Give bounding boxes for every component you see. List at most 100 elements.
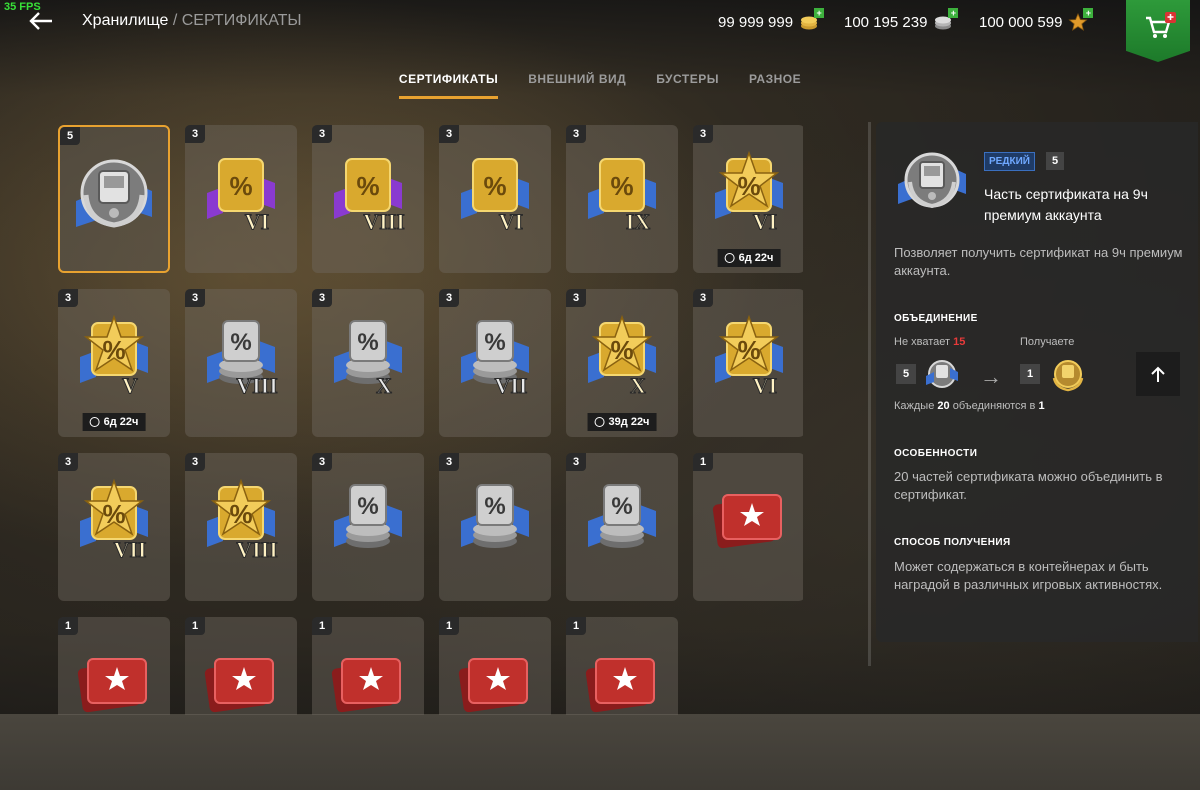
item-count: 3 (185, 289, 205, 307)
svg-text:%: % (229, 499, 252, 529)
inventory-card[interactable]: 5 (58, 125, 170, 273)
premium-x5-card-icon (447, 635, 543, 715)
item-count: 1 (185, 617, 205, 635)
expiry-timer: 6д 22ч (717, 249, 781, 267)
svg-text:IX: IX (626, 209, 651, 234)
features-heading: ОСОБЕННОСТИ (894, 448, 978, 459)
item-count: 3 (58, 289, 78, 307)
discount-certificate-icon: % VI (193, 143, 289, 239)
free-xp-balance[interactable]: 100 000 599 + (979, 8, 1094, 32)
inventory-card[interactable]: 3% VI (693, 289, 803, 437)
inventory-card[interactable]: 3% VIII (185, 289, 297, 437)
breadcrumb-root[interactable]: Хранилище (82, 12, 168, 29)
item-count: 3 (693, 125, 713, 143)
svg-text:X: X (630, 373, 646, 398)
discount-certificate-icon: % VII (66, 471, 162, 567)
item-details-panel: РЕДКИЙ 5 Часть сертификата на 9ч премиум… (876, 122, 1198, 642)
add-free-xp-icon[interactable]: + (1083, 8, 1094, 18)
inventory-card[interactable]: 3% VII (58, 453, 170, 601)
features-text: 20 частей сертификата можно объединить в… (894, 469, 1163, 502)
svg-text:VI: VI (499, 209, 523, 234)
inventory-card[interactable]: 1 (185, 617, 297, 715)
timer-text: 39д 22ч (608, 416, 650, 428)
inventory-card[interactable]: 3% VII (439, 289, 551, 437)
item-count: 3 (439, 289, 459, 307)
arrow-up-icon (1151, 366, 1165, 382)
item-count: 5 (60, 127, 80, 145)
discount-certificate-icon: % IX (574, 143, 670, 239)
discount-certificate-icon: % (574, 471, 670, 567)
svg-text:%: % (610, 171, 633, 201)
discount-certificate-icon: % VI (701, 143, 797, 239)
missing-value: 15 (953, 336, 966, 348)
certificate-part-medal-icon (66, 145, 162, 241)
merge-from-count: 5 (896, 364, 916, 384)
svg-text:VIII: VIII (236, 373, 278, 398)
svg-text:X: X (376, 373, 392, 398)
inventory-card[interactable]: 3% X (312, 289, 424, 437)
inventory-card[interactable]: 3% VI (185, 125, 297, 273)
item-count: 3 (312, 289, 332, 307)
svg-text:V: V (122, 373, 138, 398)
source-text: Может содержаться в контейнерах и быть н… (894, 559, 1163, 592)
inventory-card[interactable]: 3% VI 6д 22ч (693, 125, 803, 273)
premium-x5-card-icon (193, 635, 289, 715)
inventory-card[interactable]: 3% (439, 453, 551, 601)
discount-certificate-icon: % (447, 471, 543, 567)
svg-text:%: % (483, 171, 506, 201)
item-count: 3 (566, 289, 586, 307)
bottom-strip (0, 714, 1200, 790)
svg-text:%: % (484, 493, 505, 520)
premium-x5-card-icon (574, 635, 670, 715)
item-count: 3 (312, 125, 332, 143)
svg-text:VII: VII (113, 537, 146, 562)
svg-text:%: % (229, 171, 252, 201)
inventory-card[interactable]: 3% X 39д 22ч (566, 289, 678, 437)
merge-heading: ОБЪЕДИНЕНИЕ (894, 313, 978, 324)
shop-cart-button[interactable] (1126, 0, 1190, 62)
svg-text:%: % (230, 329, 251, 356)
tab-certificates[interactable]: СЕРТИФИКАТЫ (398, 72, 499, 99)
svg-text:VII: VII (494, 373, 527, 398)
svg-text:%: % (737, 335, 760, 365)
inventory-card[interactable]: 1 (439, 617, 551, 715)
inventory-card[interactable]: 1 (693, 453, 803, 601)
tab-misc[interactable]: РАЗНОЕ (749, 72, 801, 99)
svg-text:%: % (356, 171, 379, 201)
add-gold-icon[interactable]: + (814, 8, 825, 18)
svg-text:VIII: VIII (236, 537, 278, 562)
breadcrumb-separator: / (168, 12, 182, 29)
inventory-card[interactable]: 3% IX (566, 125, 678, 273)
svg-text:%: % (357, 493, 378, 520)
inventory-card[interactable]: 3% VI (439, 125, 551, 273)
svg-text:VI: VI (753, 373, 777, 398)
receive-label: Получаете (1020, 336, 1075, 348)
tab-boosters[interactable]: БУСТЕРЫ (656, 72, 719, 99)
svg-text:VI: VI (753, 209, 777, 234)
tab-appearance[interactable]: ВНЕШНИЙ ВИД (528, 72, 626, 99)
item-count: 1 (439, 617, 459, 635)
inventory-card[interactable]: 1 (566, 617, 678, 715)
inventory-card[interactable]: 3% VIII (312, 125, 424, 273)
merge-up-button[interactable] (1136, 352, 1180, 396)
gold-balance[interactable]: 99 999 999 + (718, 8, 825, 32)
timer-text: 6д 22ч (103, 416, 139, 428)
inventory-card[interactable]: 3% VIII (185, 453, 297, 601)
item-count: 3 (58, 453, 78, 471)
cart-icon (1146, 12, 1176, 38)
inventory-card[interactable]: 1 (58, 617, 170, 715)
inventory-card[interactable]: 3% (312, 453, 424, 601)
add-credits-icon[interactable]: + (948, 8, 959, 18)
discount-certificate-icon: % VI (447, 143, 543, 239)
premium-x5-card-icon (66, 635, 162, 715)
svg-text:VI: VI (245, 209, 269, 234)
tab-bar: СЕРТИФИКАТЫ ВНЕШНИЙ ВИД БУСТЕРЫ РАЗНОЕ (0, 72, 1200, 99)
credits-balance[interactable]: 100 195 239 + (844, 8, 959, 32)
inventory-card[interactable]: 3% V 6д 22ч (58, 289, 170, 437)
inventory-card[interactable]: 1 (312, 617, 424, 715)
item-count: 1 (58, 617, 78, 635)
inventory-card[interactable]: 3% (566, 453, 678, 601)
premium-x5-card-icon (701, 471, 797, 567)
scrollbar-track[interactable] (868, 122, 871, 666)
back-arrow-icon[interactable] (28, 8, 54, 34)
